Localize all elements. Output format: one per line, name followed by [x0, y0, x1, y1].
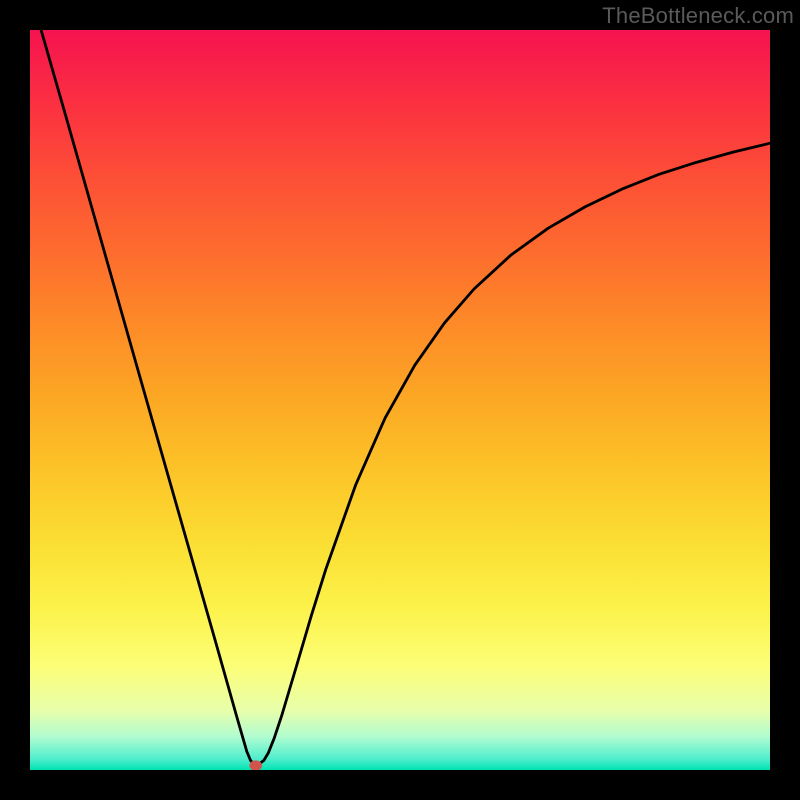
plot-area	[30, 30, 770, 770]
bottleneck-curve	[41, 30, 770, 764]
curve-layer	[30, 30, 770, 770]
chart-frame: TheBottleneck.com	[0, 0, 800, 800]
watermark-label: TheBottleneck.com	[602, 3, 794, 29]
